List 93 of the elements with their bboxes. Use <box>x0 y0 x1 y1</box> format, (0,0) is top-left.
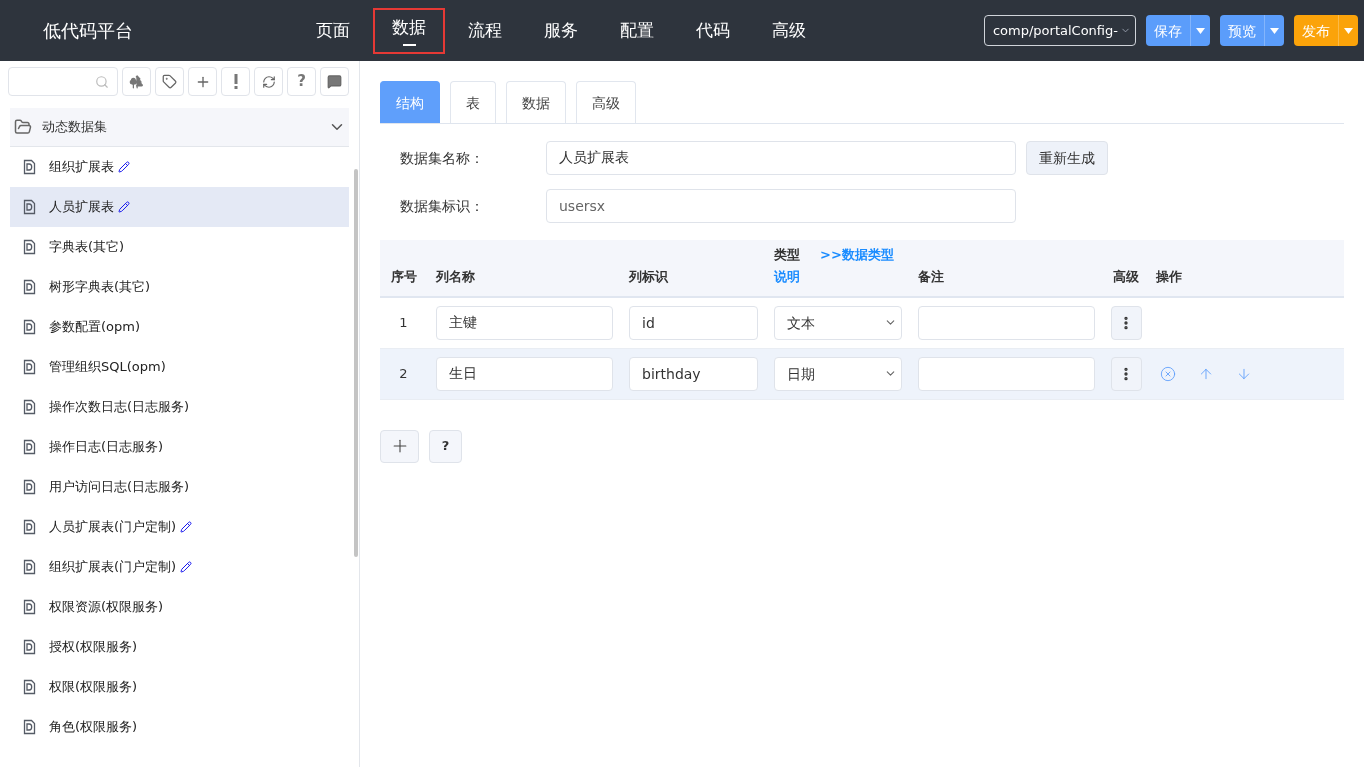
comment-icon <box>327 74 342 89</box>
tag-button[interactable] <box>155 67 184 96</box>
nav-tab[interactable]: 数据 <box>373 7 445 54</box>
identifier-field[interactable]: usersx <box>546 189 1016 223</box>
tree-item[interactable]: 树形字典表(其它) <box>10 267 349 307</box>
note-input[interactable] <box>918 305 1095 340</box>
dropdown-button[interactable] <box>1190 15 1210 46</box>
refresh-button[interactable] <box>254 67 283 96</box>
document-icon <box>23 159 36 175</box>
dropdown-button[interactable] <box>1264 15 1284 46</box>
type-select[interactable]: 文本 <box>774 305 902 340</box>
add-button[interactable] <box>188 67 217 96</box>
nav-tab[interactable]: 服务 <box>525 7 597 54</box>
tab[interactable]: 表 <box>450 81 496 123</box>
tree-item[interactable]: 操作日志(日志服务) <box>10 427 349 467</box>
section-header[interactable]: 动态数据集 <box>10 108 349 147</box>
more-button[interactable] <box>1110 305 1142 340</box>
field-label: 数据集标识： <box>400 197 485 216</box>
tree-button[interactable] <box>122 67 151 96</box>
app-title: 低代码平台 <box>43 18 134 43</box>
column-header: 操作 <box>1150 240 1344 297</box>
identifier-input[interactable]: id <box>629 305 758 340</box>
tree-item[interactable]: 管理组织SQL(opm) <box>10 347 349 387</box>
tree-item[interactable]: 人员扩展表(门户定制) <box>10 507 349 547</box>
section-title: 动态数据集 <box>42 118 108 137</box>
field-label: 数据集名称： <box>400 149 485 168</box>
document-icon <box>23 599 36 615</box>
help-button[interactable]: ? <box>287 67 316 96</box>
refresh-icon <box>261 74 276 89</box>
search-icon <box>95 74 109 89</box>
table-cell: 1 <box>380 297 427 348</box>
tree-item[interactable]: 参数配置(opm) <box>10 307 349 347</box>
document-icon <box>23 319 36 335</box>
column-header: 序号 <box>380 240 427 297</box>
folder-icon <box>14 118 32 136</box>
active-indicator <box>402 43 416 46</box>
nav-tab[interactable]: 配置 <box>601 7 673 54</box>
tag-icon <box>162 74 177 89</box>
tree-item[interactable]: 组织扩展表 <box>10 147 349 187</box>
tree-item[interactable]: 授权(权限服务) <box>10 627 349 667</box>
column-header: 列标识 <box>620 240 765 297</box>
document-icon <box>23 199 36 215</box>
tree-item[interactable]: 角色(权限服务) <box>10 707 349 747</box>
column-header: 高级 <box>1102 240 1150 297</box>
column-header: 备注 <box>909 240 1102 297</box>
document-icon <box>23 559 36 575</box>
document-icon <box>23 639 36 655</box>
tree-item[interactable]: 权限资源(权限服务) <box>10 587 349 627</box>
identifier-input[interactable]: birthday <box>629 356 758 391</box>
document-icon <box>23 679 36 695</box>
document-icon <box>23 719 36 735</box>
tree-item[interactable]: 用户访问日志(日志服务) <box>10 467 349 507</box>
comment-button[interactable] <box>320 67 349 96</box>
alert-button[interactable] <box>221 67 250 96</box>
tree-item[interactable]: 字典表(其它) <box>10 227 349 267</box>
help-button[interactable]: ? <box>429 429 462 463</box>
name-input[interactable]: 主键 <box>436 305 613 340</box>
document-icon <box>23 279 36 295</box>
tree-item[interactable]: 权限(权限服务) <box>10 667 349 707</box>
table-cell: 2 <box>380 348 427 399</box>
note-input[interactable] <box>918 356 1095 391</box>
column-header: 列名称 <box>427 240 620 297</box>
caret-icon <box>1196 27 1205 34</box>
more-button[interactable] <box>1110 356 1142 391</box>
nav-tab[interactable]: 代码 <box>677 7 749 54</box>
document-icon <box>23 239 36 255</box>
exclamation-icon <box>233 74 238 89</box>
name-field[interactable]: 人员扩展表 <box>546 141 1016 175</box>
tab[interactable]: 高级 <box>576 81 636 123</box>
add-row-button[interactable] <box>380 429 419 463</box>
document-icon <box>23 399 36 415</box>
regenerate-button[interactable]: 重新生成 <box>1026 141 1108 175</box>
dropdown-button[interactable] <box>1338 15 1358 46</box>
nav-tab[interactable]: 高级 <box>753 7 825 54</box>
nav-tab[interactable]: 页面 <box>297 7 369 54</box>
component-select[interactable]: comp/portalConfig- <box>983 15 1136 46</box>
caret-icon <box>1344 27 1353 34</box>
document-icon <box>23 439 36 455</box>
tab[interactable]: 数据 <box>506 81 566 123</box>
tree-icon <box>129 74 144 89</box>
nav-tab[interactable]: 流程 <box>449 7 521 54</box>
name-input[interactable]: 生日 <box>436 356 613 391</box>
document-icon <box>23 359 36 375</box>
type-select[interactable]: 日期 <box>774 356 902 391</box>
caret-icon <box>1270 27 1279 34</box>
search-field[interactable] <box>8 67 118 96</box>
tree-item[interactable]: 人员扩展表 <box>10 187 349 227</box>
tree-item[interactable]: 组织扩展表(门户定制) <box>10 547 349 587</box>
document-icon <box>23 519 36 535</box>
delete-icon[interactable] <box>1160 365 1176 382</box>
tree-item[interactable]: 操作次数日志(日志服务) <box>10 387 349 427</box>
document-icon <box>23 479 36 495</box>
column-header: 类型 <box>774 246 800 264</box>
